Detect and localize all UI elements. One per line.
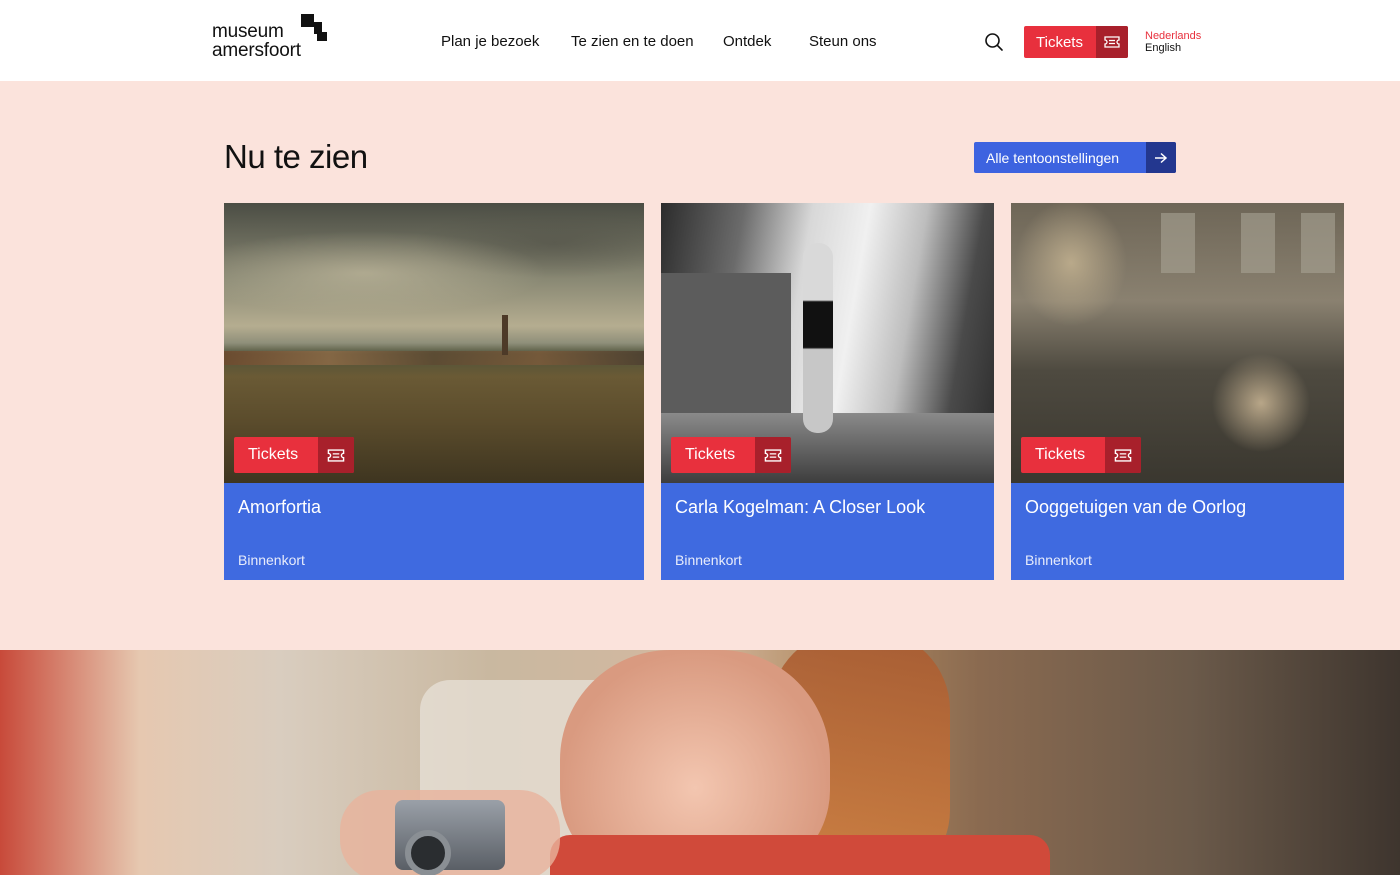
card-title[interactable]: Ooggetuigen van de Oorlog <box>1025 497 1246 518</box>
search-icon[interactable] <box>984 32 1004 52</box>
nav-item-steun-ons[interactable]: Steun ons <box>809 33 877 50</box>
arrow-right-icon <box>1146 142 1176 173</box>
logo-line-1: museum <box>212 21 284 42</box>
language-nederlands[interactable]: Nederlands <box>1145 30 1201 42</box>
card-body: Ooggetuigen van de Oorlog Binnenkort <box>1011 483 1344 580</box>
card-tickets-button[interactable]: Tickets <box>1021 437 1141 473</box>
card-tickets-button[interactable]: Tickets <box>671 437 791 473</box>
ticket-icon <box>318 437 354 473</box>
exhibition-card-ooggetuigen[interactable]: Tickets Ooggetuigen van de Oorlog Binnen… <box>1011 203 1344 580</box>
site-header: museum amersfoort Plan je bezoek Te zien… <box>0 0 1400 81</box>
nav-item-plan-je-bezoek[interactable]: Plan je bezoek <box>441 33 539 50</box>
logo-mark-icon <box>301 14 329 44</box>
language-english[interactable]: English <box>1145 42 1201 54</box>
card-status: Binnenkort <box>675 552 742 568</box>
card-title[interactable]: Amorfortia <box>238 497 321 518</box>
section-title: Nu te zien <box>224 138 368 175</box>
nav-item-te-zien-en-te-doen[interactable]: Te zien en te doen <box>571 33 694 50</box>
ticket-icon <box>1105 437 1141 473</box>
card-tickets-label: Tickets <box>685 446 736 463</box>
card-status: Binnenkort <box>1025 552 1092 568</box>
card-body: Amorfortia Binnenkort <box>224 483 644 580</box>
logo-text: museum amersfoort <box>212 22 301 60</box>
card-status: Binnenkort <box>238 552 305 568</box>
exhibition-card-carla-kogelman[interactable]: Tickets Carla Kogelman: A Closer Look Bi… <box>661 203 994 580</box>
language-switcher: Nederlands English <box>1145 30 1201 54</box>
card-body: Carla Kogelman: A Closer Look Binnenkort <box>661 483 994 580</box>
card-tickets-label: Tickets <box>248 446 299 463</box>
card-tickets-label: Tickets <box>1035 446 1086 463</box>
card-tickets-button[interactable]: Tickets <box>234 437 354 473</box>
card-title[interactable]: Carla Kogelman: A Closer Look <box>675 497 925 518</box>
tickets-label: Tickets <box>1036 34 1083 51</box>
all-exhibitions-label: Alle tentoonstellingen <box>986 150 1120 166</box>
exhibition-card-amorfortia[interactable]: Tickets Amorfortia Binnenkort <box>224 203 644 580</box>
logo-line-2: amersfoort <box>212 40 301 61</box>
ticket-icon <box>755 437 791 473</box>
all-exhibitions-button[interactable]: Alle tentoonstellingen <box>974 142 1176 173</box>
ticket-icon <box>1096 26 1128 58</box>
header-tickets-button[interactable]: Tickets <box>1024 26 1128 58</box>
museum-logo[interactable]: museum amersfoort <box>212 14 332 64</box>
hero-photo <box>0 650 1400 875</box>
nav-item-ontdek[interactable]: Ontdek <box>723 33 771 50</box>
